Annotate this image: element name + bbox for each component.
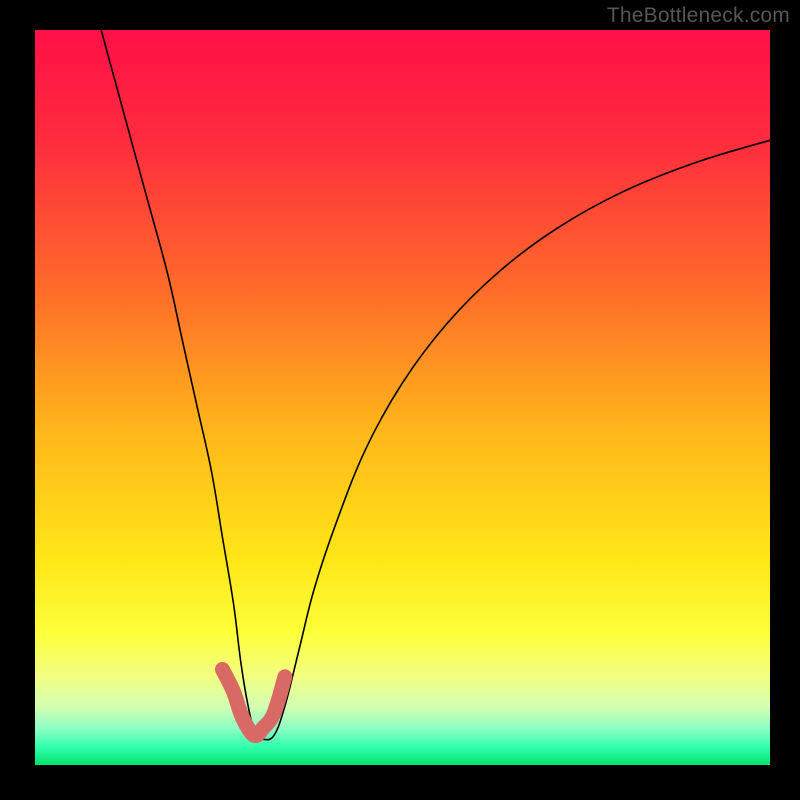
chart-frame: TheBottleneck.com — [0, 0, 800, 800]
watermark-text: TheBottleneck.com — [607, 4, 790, 28]
plot-area — [35, 30, 770, 765]
bottleneck-curve — [101, 30, 770, 740]
highlight-segment — [222, 669, 284, 735]
curve-layer — [35, 30, 770, 765]
